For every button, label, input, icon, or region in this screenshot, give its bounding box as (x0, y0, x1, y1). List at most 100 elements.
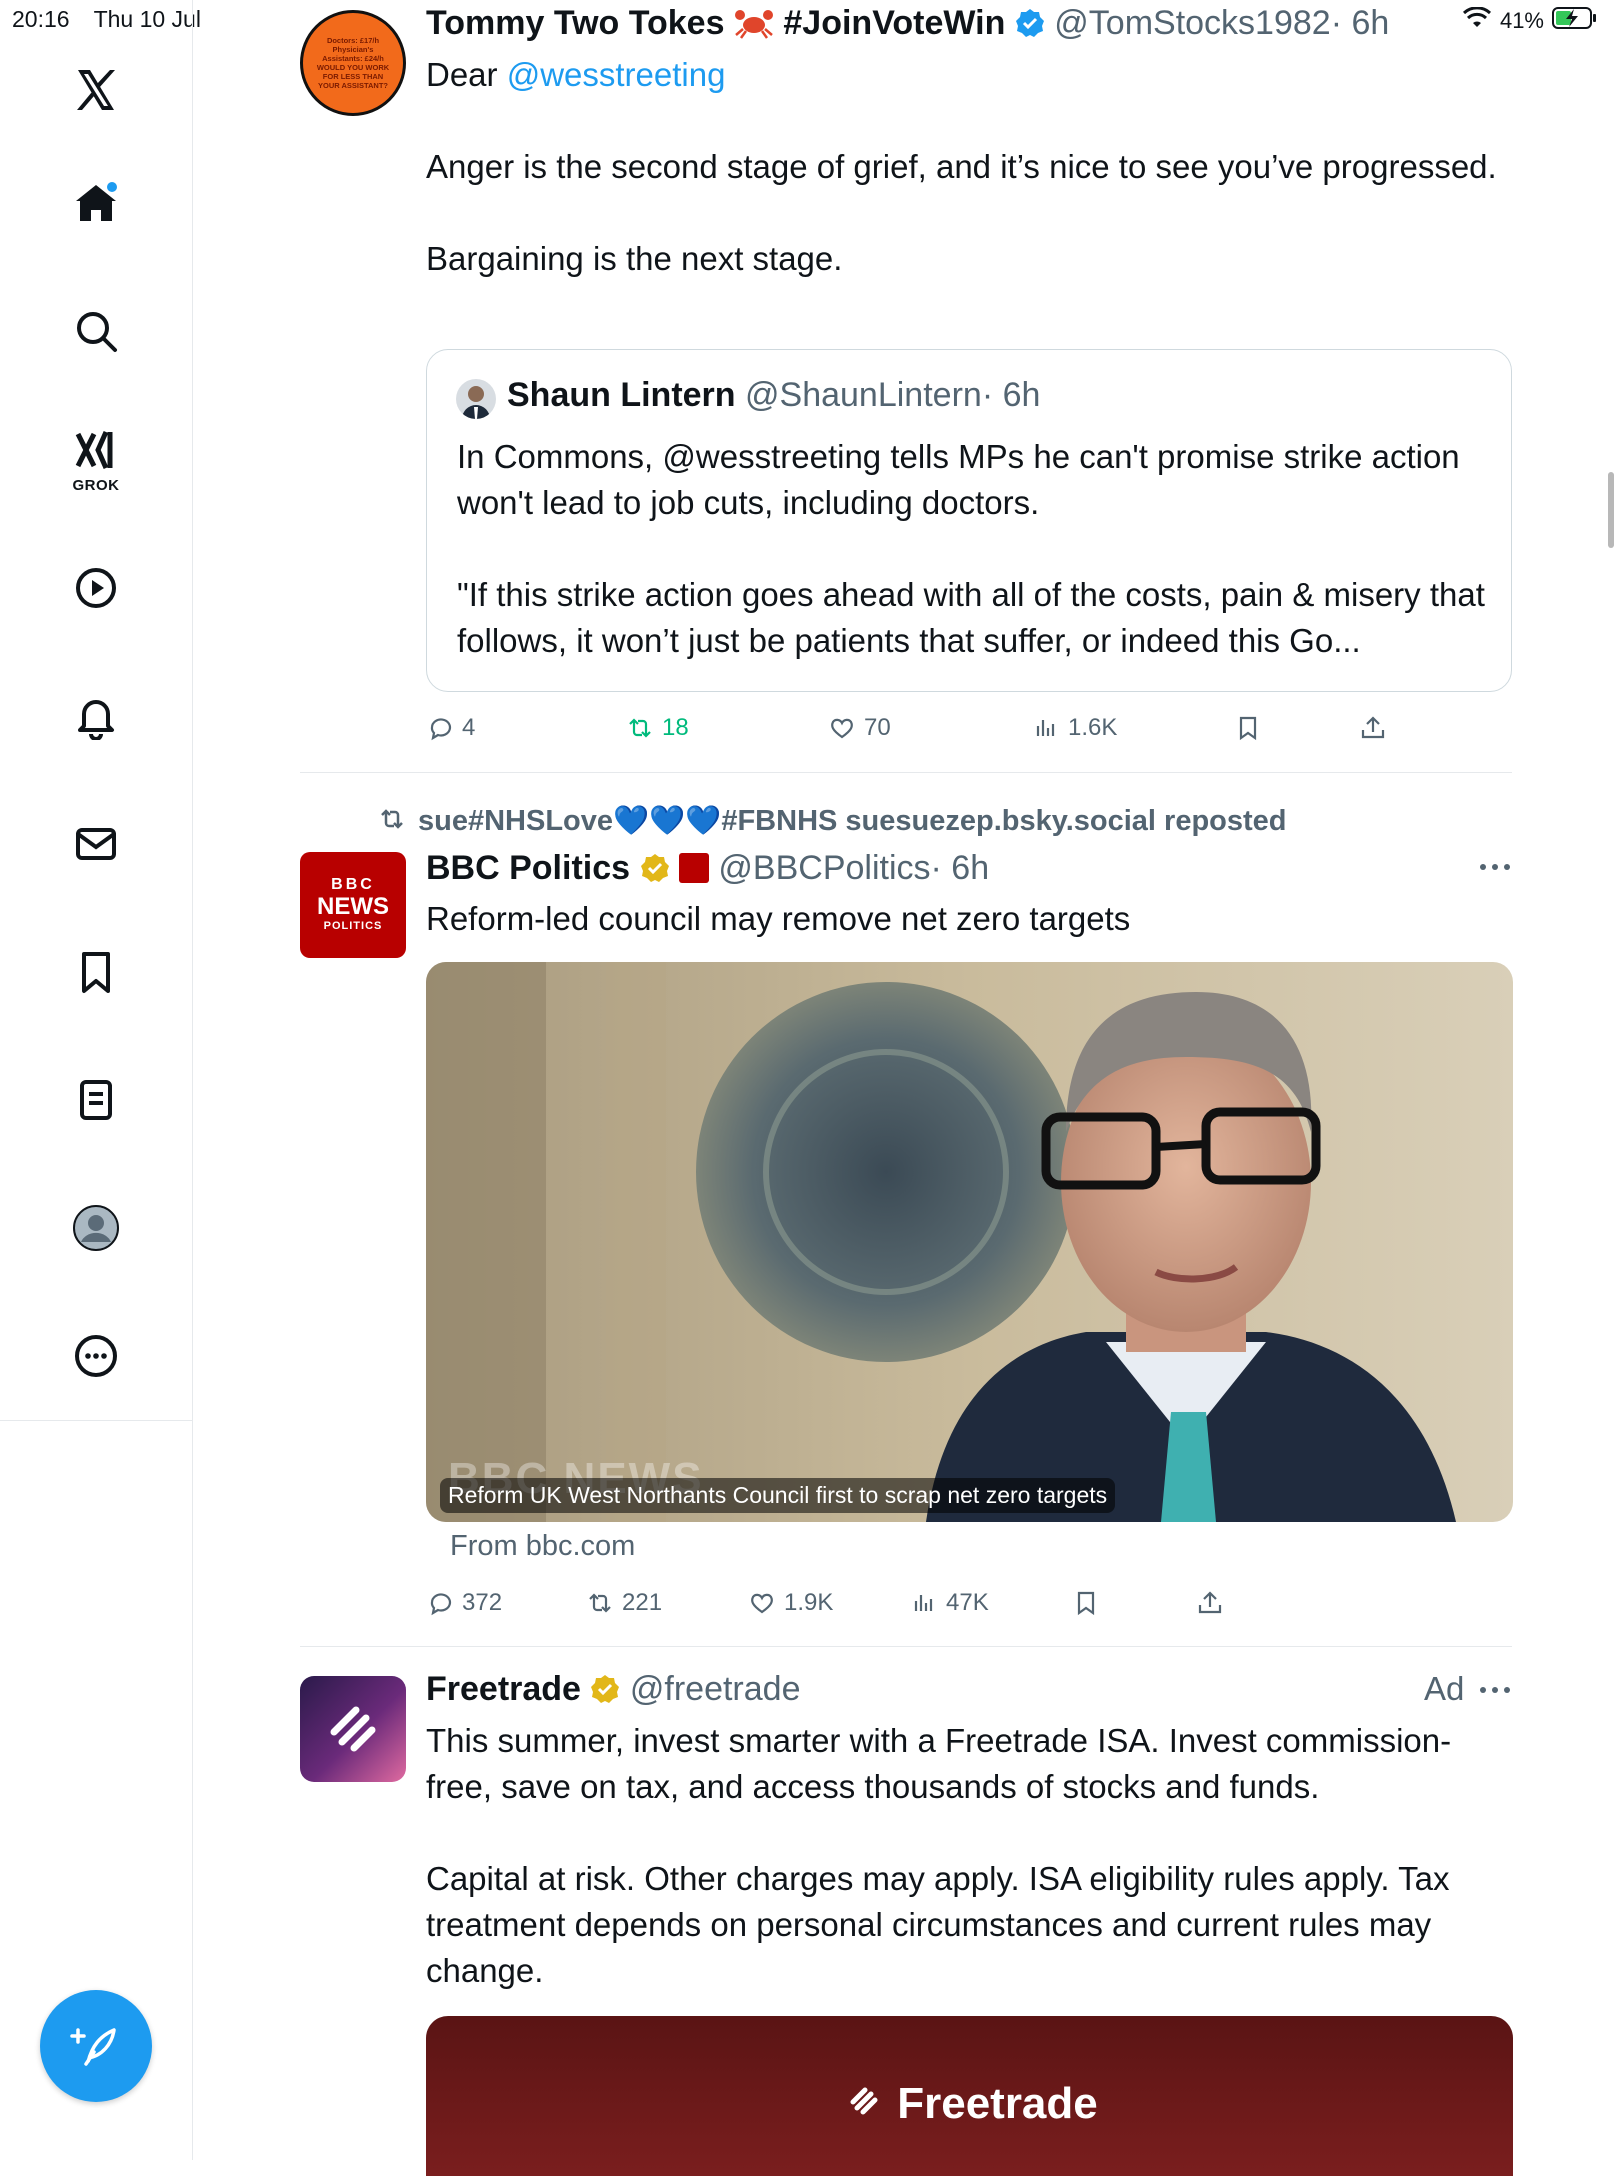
quote-header: Shaun Lintern @ShaunLintern· 6h (507, 376, 1040, 415)
repost-count: 221 (622, 1589, 663, 1616)
image-caption: Reform UK West Northants Council first t… (440, 1478, 1116, 1513)
tweet2-author-name[interactable]: BBC Politics (426, 849, 630, 887)
bell-icon (78, 700, 114, 740)
ad-banner-text: Freetrade (897, 2079, 1098, 2128)
freetrade-avatar[interactable] (300, 1676, 406, 1782)
compose-post-button[interactable] (40, 1990, 152, 2102)
avatar-politics-text: POLITICS (323, 920, 383, 932)
mail-icon (76, 828, 116, 860)
tweet2-header: BBC Politics @BBCPolitics· 6h (426, 849, 989, 892)
like-button[interactable]: 1.9K (748, 1589, 833, 1617)
repost-icon (629, 718, 651, 738)
tweet2-time[interactable]: · 6h (931, 849, 990, 887)
gold-verified-badge-icon (590, 1674, 620, 1713)
freetrade-logo-icon (841, 2076, 889, 2135)
verified-badge-icon (1015, 8, 1045, 47)
nav-more[interactable] (66, 1326, 126, 1386)
reposted-icon (376, 805, 408, 841)
quoted-tweet-card[interactable]: Shaun Lintern @ShaunLintern· 6h In Commo… (426, 349, 1512, 692)
x-logo-icon (77, 70, 115, 110)
repost-button[interactable]: 221 (586, 1589, 662, 1617)
nav-profile[interactable] (66, 1198, 126, 1258)
ad-banner-brand: Freetrade (426, 2076, 1513, 2135)
reply-button[interactable]: 4 (426, 714, 475, 742)
views-count: 47K (946, 1589, 989, 1616)
tommy-avatar[interactable]: Doctors: £17/h Physician's Assistants: £… (300, 10, 406, 116)
reply-icon (430, 1593, 452, 1616)
battery-charging-icon (1552, 6, 1598, 36)
like-count: 70 (864, 714, 891, 741)
tweet1-para2: Bargaining is the next stage. (426, 240, 843, 277)
tweet1-mention-link[interactable]: @wesstreeting (507, 56, 726, 93)
crab-emoji-icon (734, 5, 774, 48)
avatar-text: Doctors: £17/h Physician's Assistants: £… (316, 36, 390, 90)
nav-home[interactable] (66, 173, 126, 233)
nav-lists[interactable] (66, 1070, 126, 1130)
tweet3-author-name[interactable]: Freetrade (426, 1670, 581, 1708)
ad-label: Ad (1424, 1670, 1465, 1707)
heart-icon (831, 718, 853, 739)
link-source[interactable]: From bbc.com (450, 1530, 635, 1563)
tweet1-header: Tommy Two Tokes #JoinVoteWin @TomStocks1… (426, 4, 1389, 48)
share-icon (1361, 716, 1385, 739)
avatar-news-text: NEWS (317, 893, 389, 920)
share-button[interactable] (1359, 714, 1387, 742)
tweet2-actions: 372 221 1.9K 47K (426, 1587, 1326, 1619)
nav-grok[interactable] (66, 420, 126, 480)
tweet3-header: Freetrade @freetrade (426, 1670, 800, 1713)
tweet3-para2: Capital at risk. Other charges may apply… (426, 1860, 1450, 1989)
bbc-affiliate-badge-icon (678, 853, 709, 883)
tweet3-para1: This summer, invest smarter with a Freet… (426, 1722, 1452, 1805)
tweet1-dear: Dear (426, 56, 498, 93)
bookmark-icon (1239, 716, 1257, 741)
tweet1-time[interactable]: · 6h (1331, 4, 1390, 42)
wifi-icon (1462, 6, 1492, 35)
nav-search[interactable] (66, 301, 126, 361)
tweet3-more-button[interactable] (1478, 1675, 1512, 1710)
nav-notifications[interactable] (66, 686, 126, 746)
scrollbar-thumb[interactable] (1608, 472, 1614, 548)
like-button[interactable]: 70 (828, 714, 891, 742)
ad-banner[interactable]: Freetrade (426, 2016, 1513, 2176)
views-button[interactable]: 1.6K (1032, 714, 1117, 742)
views-button[interactable]: 47K (910, 1589, 989, 1617)
tweet2-more-button[interactable] (1478, 852, 1512, 887)
news-photo (426, 962, 1513, 1522)
bookmark-button[interactable] (1234, 714, 1262, 742)
nav-messages[interactable] (66, 814, 126, 874)
tweet-separator (300, 1646, 1512, 1647)
home-icon (76, 182, 117, 221)
views-chart-icon (1036, 720, 1055, 736)
bookmark-icon (1077, 1591, 1095, 1616)
reply-button[interactable]: 372 (426, 1589, 502, 1617)
x-logo[interactable] (66, 60, 126, 120)
tweet3-text: This summer, invest smarter with a Freet… (426, 1718, 1516, 1994)
link-preview-image[interactable]: BBC NEWS Reform UK West Northants Counci… (426, 962, 1513, 1522)
share-button[interactable] (1196, 1589, 1224, 1617)
quote-time: · 6h (981, 376, 1041, 414)
tweet3-handle[interactable]: @freetrade (630, 1670, 801, 1708)
views-chart-icon (914, 1595, 933, 1611)
repost-icon (589, 1593, 611, 1613)
sidebar: GROK (0, 0, 193, 1421)
battery-percent: 41% (1499, 8, 1544, 33)
bbc-politics-avatar[interactable]: BBC NEWS POLITICS (300, 852, 406, 958)
tweet2-handle[interactable]: @BBCPolitics (718, 849, 930, 887)
repost-banner[interactable]: sue#NHSLove💙💙💙#FBNHS suesuezep.bsky.soci… (376, 804, 1287, 841)
gold-verified-badge-icon (640, 853, 670, 892)
nav-bookmarks[interactable] (66, 942, 126, 1002)
views-count: 1.6K (1068, 714, 1118, 741)
bookmark-button[interactable] (1072, 1589, 1100, 1617)
tweet1-author-name[interactable]: Tommy Two Tokes (426, 4, 724, 42)
repost-label: sue#NHSLove💙💙💙#FBNHS suesuezep.bsky.soci… (418, 805, 1287, 837)
compose-feather-icon (70, 2028, 116, 2066)
status-bar-right: 41% (1462, 6, 1598, 36)
tweet1-author-hashtag: #JoinVoteWin (783, 4, 1006, 42)
tweet-separator (300, 772, 1512, 773)
shaun-avatar (456, 379, 496, 419)
repost-button[interactable]: 18 (626, 714, 689, 742)
search-icon (77, 312, 117, 352)
nav-videos[interactable] (66, 558, 126, 618)
tweet1-handle[interactable]: @TomStocks1982 (1054, 4, 1330, 42)
quote-text: In Commons, @wesstreeting tells MPs he c… (457, 434, 1487, 664)
